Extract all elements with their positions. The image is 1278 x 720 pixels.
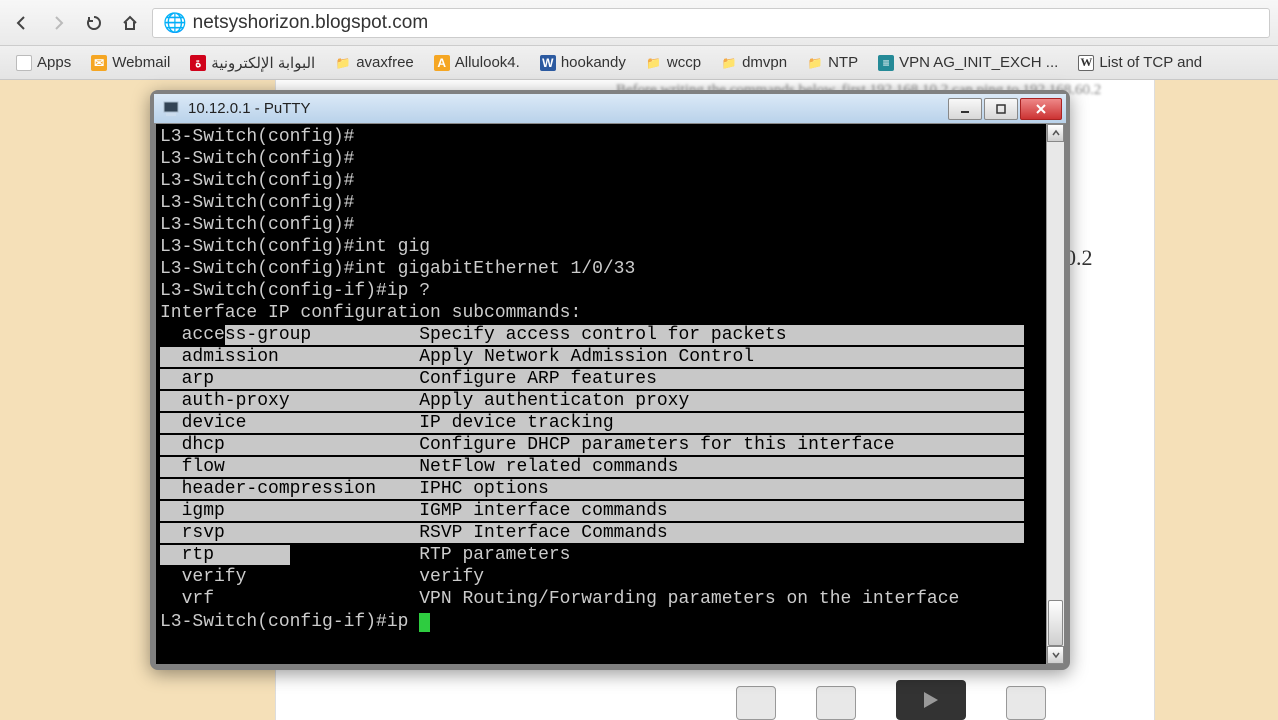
home-button[interactable]: [116, 9, 144, 37]
close-button[interactable]: [1020, 98, 1062, 120]
terminal-scrollbar[interactable]: [1046, 124, 1064, 664]
terminal-line: vrf VPN Routing/Forwarding parameters on…: [160, 588, 1046, 610]
terminal-line: L3-Switch(config)#int gig: [160, 236, 1046, 258]
bookmark-icon: ✉: [91, 55, 107, 71]
bookmark-webmail[interactable]: ✉ Webmail: [83, 51, 178, 74]
bookmarks-bar: Apps ✉ Webmail ة البوابة الإلكترونية 📁 avaxfre…: [0, 46, 1278, 80]
bookmark-icon: 📁: [807, 55, 823, 71]
terminal-line: L3-Switch(config)#: [160, 148, 1046, 170]
terminal-line: device IP device tracking: [160, 412, 1046, 434]
maximize-button[interactable]: [984, 98, 1018, 120]
scroll-down-button[interactable]: [1047, 646, 1064, 664]
putty-title-text: 10.12.0.1 - PuTTY: [188, 100, 940, 117]
bookmark-avaxfree[interactable]: 📁 avaxfree: [327, 51, 422, 74]
bookmark-label: Allulook4.: [455, 54, 520, 71]
scroll-thumb[interactable]: [1048, 600, 1063, 646]
bookmark-icon: ≡: [878, 55, 894, 71]
bookmark-apps[interactable]: Apps: [8, 51, 79, 74]
bookmark-icon: W: [1078, 55, 1094, 71]
bookmark-allulook4-[interactable]: A Allulook4.: [426, 51, 528, 74]
bookmark--[interactable]: ة البوابة الإلكترونية: [182, 51, 323, 75]
browser-nav: 🌐 netsyshorizon.blogspot.com: [0, 0, 1278, 46]
bookmark-icon: [16, 55, 32, 71]
forward-button[interactable]: [44, 9, 72, 37]
bookmark-ntp[interactable]: 📁 NTP: [799, 51, 866, 74]
bookmark-label: hookandy: [561, 54, 626, 71]
terminal-cursor: [419, 613, 430, 632]
terminal-line: L3-Switch(config)#: [160, 126, 1046, 148]
terminal-line: L3-Switch(config)#: [160, 214, 1046, 236]
terminal-line: auth-proxy Apply authenticaton proxy: [160, 390, 1046, 412]
scroll-up-button[interactable]: [1047, 124, 1064, 142]
terminal-line: L3-Switch(config-if)#ip ?: [160, 280, 1046, 302]
terminal-line: igmp IGMP interface commands: [160, 500, 1046, 522]
bookmark-wccp[interactable]: 📁 wccp: [638, 51, 709, 74]
terminal-prompt[interactable]: L3-Switch(config-if)#ip: [160, 610, 1046, 633]
bookmark-label: Webmail: [112, 54, 170, 71]
window-controls: [948, 98, 1062, 120]
bookmark-label: البوابة الإلكترونية: [211, 54, 315, 72]
back-button[interactable]: [8, 9, 36, 37]
terminal-line: access-group Specify access control for …: [160, 324, 1046, 346]
putty-icon: [162, 100, 180, 118]
terminal-line: rtp RTP parameters: [160, 544, 1046, 566]
terminal-line: verify verify: [160, 566, 1046, 588]
bookmark-list-of-tcp-and[interactable]: W List of TCP and: [1070, 51, 1210, 74]
url-bar[interactable]: 🌐 netsyshorizon.blogspot.com: [152, 8, 1270, 38]
bookmark-dmvpn[interactable]: 📁 dmvpn: [713, 51, 795, 74]
bookmark-label: avaxfree: [356, 54, 414, 71]
url-text: netsyshorizon.blogspot.com: [193, 12, 429, 34]
bookmark-vpn-ag-init-exch-[interactable]: ≡ VPN AG_INIT_EXCH ...: [870, 51, 1066, 74]
minimize-button[interactable]: [948, 98, 982, 120]
terminal-line: L3-Switch(config)#: [160, 170, 1046, 192]
bookmark-label: List of TCP and: [1099, 54, 1202, 71]
terminal-line: L3-Switch(config)#int gigabitEthernet 1/…: [160, 258, 1046, 280]
bookmark-icon: W: [540, 55, 556, 71]
bookmark-icon: 📁: [646, 55, 662, 71]
putty-window[interactable]: 10.12.0.1 - PuTTY L3-Switch(config)#L3-S…: [150, 90, 1070, 670]
bookmark-icon: 📁: [721, 55, 737, 71]
terminal-line: flow NetFlow related commands: [160, 456, 1046, 478]
terminal-line: Interface IP configuration subcommands:: [160, 302, 1046, 324]
bookmark-icon: A: [434, 55, 450, 71]
bookmark-label: NTP: [828, 54, 858, 71]
bookmark-icon: ة: [190, 55, 206, 71]
putty-terminal[interactable]: L3-Switch(config)#L3-Switch(config)#L3-S…: [156, 124, 1046, 664]
bookmark-label: VPN AG_INIT_EXCH ...: [899, 54, 1058, 71]
bookmark-hookandy[interactable]: Whookandy: [532, 51, 634, 74]
reload-button[interactable]: [80, 9, 108, 37]
terminal-line: arp Configure ARP features: [160, 368, 1046, 390]
globe-icon: 🌐: [163, 11, 187, 35]
background-diagram: [736, 670, 1046, 720]
putty-titlebar[interactable]: 10.12.0.1 - PuTTY: [154, 94, 1066, 124]
bookmark-label: wccp: [667, 54, 701, 71]
terminal-line: admission Apply Network Admission Contro…: [160, 346, 1046, 368]
scroll-track[interactable]: [1047, 142, 1064, 646]
terminal-line: header-compression IPHC options: [160, 478, 1046, 500]
terminal-line: L3-Switch(config)#: [160, 192, 1046, 214]
bookmark-label: dmvpn: [742, 54, 787, 71]
terminal-line: rsvp RSVP Interface Commands: [160, 522, 1046, 544]
terminal-line: dhcp Configure DHCP parameters for this …: [160, 434, 1046, 456]
bookmark-label: Apps: [37, 54, 71, 71]
bookmark-icon: 📁: [335, 55, 351, 71]
